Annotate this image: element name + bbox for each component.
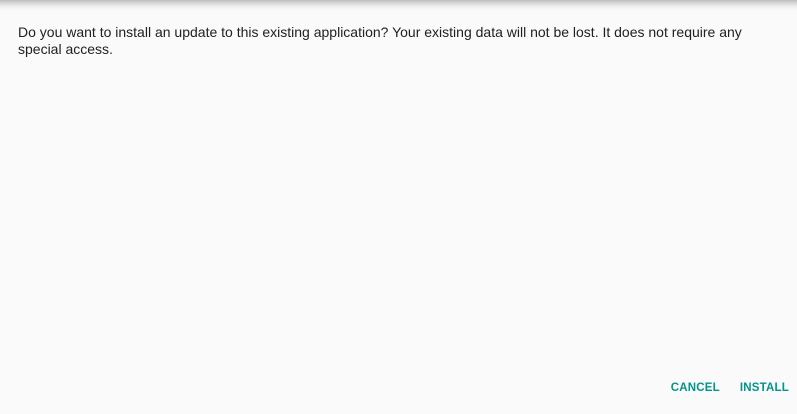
update-message: Do you want to install an update to this… xyxy=(18,24,742,57)
install-update-screen: Do you want to install an update to this… xyxy=(0,0,797,414)
cancel-button[interactable]: CANCEL xyxy=(671,382,720,394)
top-shadow-divider xyxy=(0,0,797,10)
install-button[interactable]: INSTALL xyxy=(740,382,789,394)
action-bar: CANCEL INSTALL xyxy=(671,382,789,394)
